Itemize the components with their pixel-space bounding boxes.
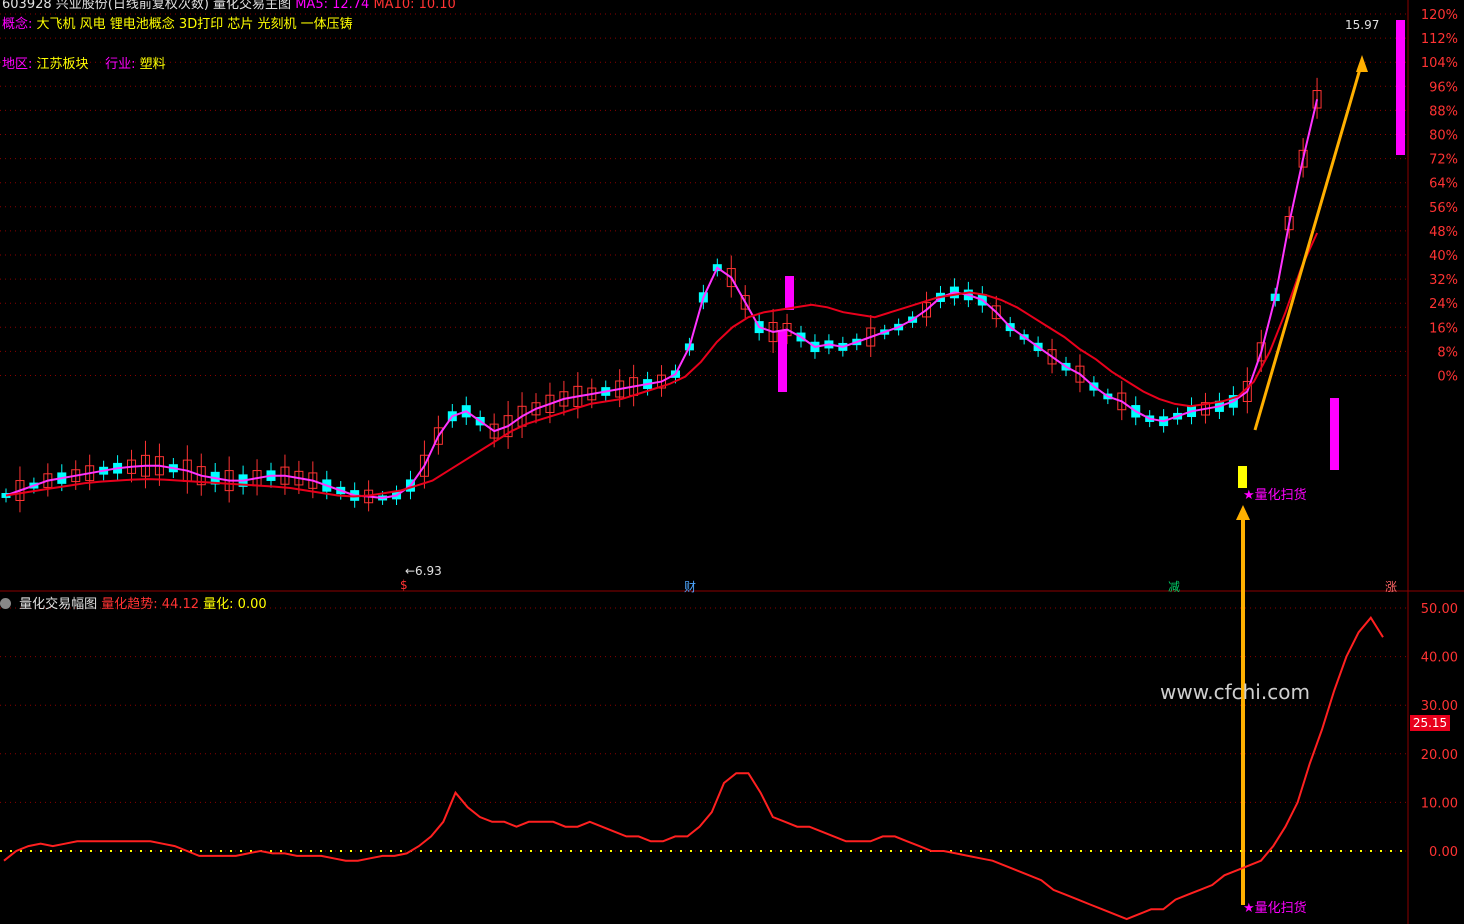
main-tick-label: 96% [1429, 80, 1458, 95]
collapse-icon[interactable] [0, 598, 11, 609]
main-tick-label: 8% [1437, 345, 1458, 360]
main-tick-label: 64% [1429, 177, 1458, 192]
marker-finance: 财 [684, 580, 697, 594]
title-line: 603928 兴业股份(日线前复权次数) 量化交易主图 MA5: 12.74 M… [2, 0, 456, 12]
rise-arrow [1253, 61, 1364, 431]
sub-panel-header: 量化交易幅图 量化趋势: 44.12 量化: 0.00 [0, 593, 267, 612]
current-value-badge: 25.15 [1410, 715, 1450, 731]
watermark: www.cfchi.com [1160, 680, 1310, 704]
marker-limit-up: 涨 [1385, 580, 1398, 594]
rise-arrow-head [1356, 55, 1368, 72]
marker-reduce: 减 [1168, 580, 1181, 594]
stock-title: 603928 兴业股份(日线前复权次数) [2, 0, 209, 12]
region-line: 地区: 江苏板块 行业: 塑料 [2, 53, 166, 72]
region-value: 江苏板块 [36, 57, 89, 72]
sub-tick-label: 20.00 [1421, 748, 1458, 763]
limit-up-candle [778, 330, 787, 392]
limit-up-candle [1396, 20, 1405, 155]
ma5-value: MA5: 12.74 [295, 0, 370, 12]
chart-canvas: 120% 112% 104% 96% 88% 80% 72% 64% 56% 48% 40% 32% 2… [0, 0, 1464, 924]
trend-value: 量化趋势: 44.12 [101, 597, 200, 612]
region-label: 地区: [2, 57, 33, 72]
main-tick-label: 56% [1429, 201, 1458, 216]
quant-value: 量化: 0.00 [203, 597, 267, 612]
sub-tick-label: 0.00 [1429, 845, 1458, 860]
sub-panel-name: 量化交易幅图 [19, 597, 98, 612]
main-tick-label: 88% [1429, 104, 1458, 119]
main-tick-label: 16% [1429, 321, 1458, 336]
main-tick-label: 120% [1421, 8, 1458, 23]
main-tick-label: 72% [1429, 153, 1458, 168]
ma10-value: MA10: 10.10 [373, 0, 456, 12]
marker-dividend: $ [400, 578, 408, 592]
sub-tick-label: 10.00 [1421, 796, 1458, 811]
limit-up-candle [785, 276, 794, 310]
concept-label: 概念: [2, 17, 33, 32]
trend-line [3, 616, 1384, 921]
sub-tick-label: 40.00 [1421, 651, 1458, 666]
main-tick-label: 40% [1429, 249, 1458, 264]
ma5-line [5, 99, 1319, 500]
main-tick-label: 80% [1429, 129, 1458, 144]
high-price-label: 15.97 [1345, 18, 1380, 32]
main-tick-label: 24% [1429, 297, 1458, 312]
main-tick-label: 48% [1429, 225, 1458, 240]
main-tick-label: 0% [1437, 370, 1458, 385]
concept-line: 概念: 大飞机 风电 锂电池概念 3D打印 芯片 光刻机 一体压铸 [2, 13, 353, 32]
industry-label: 行业: [105, 57, 136, 72]
industry-value: 塑料 [139, 57, 166, 72]
concept-items: 大飞机 风电 锂电池概念 3D打印 芯片 光刻机 一体压铸 [36, 17, 353, 32]
indicator-name: 量化交易主图 [213, 0, 292, 12]
sub-tick-label: 30.00 [1421, 699, 1458, 714]
main-tick-label: 32% [1429, 273, 1458, 288]
signal-sub: ★量化扫货 [1243, 901, 1307, 916]
sub-tick-label: 50.00 [1421, 602, 1458, 617]
signal-main: ★量化扫货 [1243, 488, 1307, 503]
signal-arrow-head [1236, 505, 1250, 520]
low-price-label: ←6.93 [405, 564, 442, 578]
limit-up-candle [1330, 398, 1339, 470]
main-tick-label: 112% [1421, 32, 1458, 47]
ma10-line [5, 232, 1319, 498]
main-tick-label: 104% [1421, 56, 1458, 71]
